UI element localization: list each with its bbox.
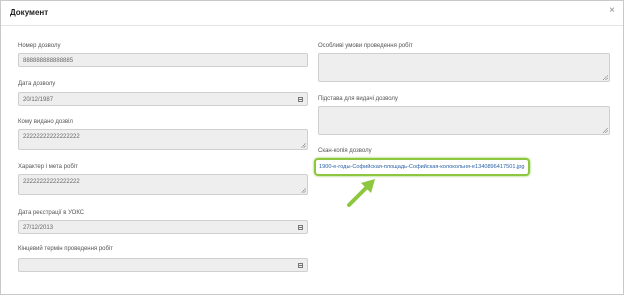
close-icon[interactable]: × [609,6,615,16]
grounds-label: Підстава для видачі дозволу [318,96,398,102]
issued-to-value: 22222222222222222 [23,134,80,140]
end-date-label: Кінцевий термін проведення робіт [18,246,114,252]
calendar-icon[interactable] [298,263,303,268]
work-nature-label: Характер і мета робіт [18,164,78,170]
dialog-title: Документ [10,8,49,17]
resize-handle-icon[interactable] [301,188,306,193]
work-nature-value: 22222222222222222 [23,179,80,185]
issued-to-field[interactable]: 22222222222222222 [18,129,308,150]
resize-handle-icon[interactable] [603,128,608,133]
registration-date-field[interactable]: 27/12/2013 [18,220,308,234]
calendar-icon[interactable] [298,97,303,102]
scan-copy-link[interactable]: 1900-е-годы-Софийская-площадь-Софийская-… [319,164,524,170]
scan-copy-highlight: 1900-е-годы-Софийская-площадь-Софийская-… [314,158,530,176]
work-nature-field[interactable]: 22222222222222222 [18,174,308,195]
grounds-field[interactable] [318,106,610,135]
resize-handle-icon[interactable] [301,143,306,148]
registration-date-value: 27/12/2013 [23,225,54,231]
document-dialog: Документ × Номер дозволу 888888888888885… [0,0,624,295]
permit-date-label: Дата дозволу [18,81,56,87]
resize-handle-icon[interactable] [603,75,608,80]
permit-number-value: 888888888888885 [23,58,74,64]
scan-copy-label: Скан-копія дозволу [318,148,372,154]
calendar-icon[interactable] [298,225,303,230]
permit-date-field[interactable]: 20/12/1987 [18,92,308,106]
special-conditions-label: Особливі умови проведення робіт [318,43,413,49]
permit-number-field[interactable]: 888888888888885 [18,53,308,67]
dialog-header: Документ × [1,1,623,26]
permit-number-label: Номер дозволу [18,43,61,49]
issued-to-label: Кому видано дозвіл [18,119,73,125]
registration-date-label: Дата реєстрації в УОКС [18,210,85,216]
permit-date-value: 20/12/1987 [23,97,54,103]
pointer-arrow-icon [347,179,375,207]
special-conditions-field[interactable] [318,53,610,82]
end-date-field[interactable] [18,258,308,272]
